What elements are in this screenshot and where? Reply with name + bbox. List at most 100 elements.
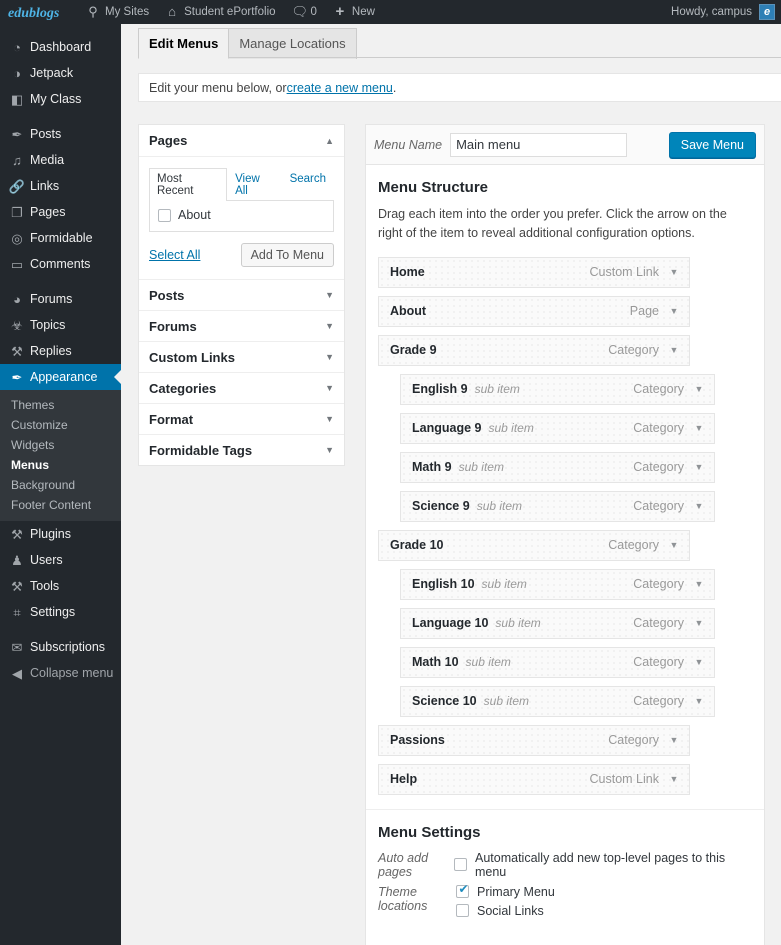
sidebar-item-subscriptions[interactable]: ✉ Subscriptions <box>0 634 121 660</box>
select-all-link[interactable]: Select All <box>149 248 200 262</box>
sidebar-item-posts[interactable]: ✒ Posts <box>0 121 121 147</box>
pages-subtab-view-all[interactable]: View All <box>227 168 282 201</box>
menu-item[interactable]: English 10 sub item Category ▼ <box>400 568 715 600</box>
sidebar-item-links[interactable]: 🔗 Links <box>0 173 121 199</box>
chevron-down-icon[interactable]: ▼ <box>325 383 334 393</box>
accordion-header-custom-links[interactable]: Custom Links ▼ <box>139 341 344 372</box>
chevron-down-icon[interactable]: ▼ <box>659 345 689 355</box>
menu-name-input[interactable] <box>450 132 628 157</box>
chevron-down-icon[interactable]: ▼ <box>684 696 714 706</box>
chevron-down-icon[interactable]: ▼ <box>325 445 334 455</box>
chevron-down-icon[interactable]: ▼ <box>684 462 714 472</box>
menu-structure-section: Menu Structure Drag each item into the o… <box>366 165 764 809</box>
sidebar-item-pages[interactable]: ❐ Pages <box>0 199 121 225</box>
sidebar-subitem-themes[interactable]: Themes <box>0 395 121 415</box>
checkbox-page-about[interactable] <box>158 208 171 222</box>
sidebar-item-jetpack[interactable]: ◑ Jetpack <box>0 60 121 86</box>
checkbox-auto-add-pages[interactable] <box>453 858 467 872</box>
sidebar-item-comments[interactable]: ▭ Comments <box>0 251 121 277</box>
menu-item[interactable]: Grade 9 Category ▼ <box>378 334 690 366</box>
sidebar-item-settings[interactable]: ⌗ Settings <box>0 599 121 625</box>
menu-structure-title: Menu Structure <box>378 179 489 196</box>
menu-item[interactable]: English 9 sub item Category ▼ <box>400 373 715 405</box>
chevron-down-icon[interactable]: ▼ <box>684 501 714 511</box>
create-new-menu-link[interactable]: create a new menu <box>287 81 393 95</box>
accordion-header-forums[interactable]: Forums ▼ <box>139 310 344 341</box>
menu-item[interactable]: Math 9 sub item Category ▼ <box>400 451 715 483</box>
sidebar-item-topics[interactable]: ☣ Topics <box>0 312 121 338</box>
admin-bar-item-my-sites[interactable]: ⚲ My Sites <box>78 0 157 24</box>
menu-item[interactable]: Math 10 sub item Category ▼ <box>400 646 715 678</box>
sidebar-item-replies[interactable]: ⚒ Replies <box>0 338 121 364</box>
admin-bar-item-site-name[interactable]: ⌂ Student ePortfolio <box>157 0 283 24</box>
tab-edit-menus[interactable]: Edit Menus <box>138 28 230 59</box>
sidebar-item-collapse-menu[interactable]: ◀ Collapse menu <box>0 660 121 686</box>
sidebar-subitem-background[interactable]: Background <box>0 475 121 495</box>
menu-item[interactable]: About Page ▼ <box>378 295 690 327</box>
book-icon: ◧ <box>10 91 24 107</box>
checkbox-primary-menu[interactable] <box>456 883 470 899</box>
pages-subtab-search[interactable]: Search <box>282 168 334 201</box>
menu-item[interactable]: Science 10 sub item Category ▼ <box>400 685 715 717</box>
accordion-header-formidable-tags[interactable]: Formidable Tags ▼ <box>139 434 344 465</box>
sidebar-item-appearance[interactable]: ✒ Appearance <box>0 364 121 390</box>
chevron-down-icon[interactable]: ▼ <box>684 579 714 589</box>
list-item[interactable]: About <box>158 208 325 222</box>
chevron-up-icon[interactable]: ▲ <box>325 136 334 146</box>
chevron-down-icon[interactable]: ▼ <box>684 618 714 628</box>
theme-location-social-links[interactable]: Social Links <box>456 903 555 919</box>
menu-item-type: Category <box>608 538 659 553</box>
chevron-down-icon[interactable]: ▼ <box>659 735 689 745</box>
chevron-down-icon[interactable]: ▼ <box>325 321 334 331</box>
save-menu-button-top[interactable]: Save Menu <box>668 131 756 158</box>
accordion-header-format[interactable]: Format ▼ <box>139 403 344 434</box>
theme-locations-row: Theme locations Primary Menu Social Link… <box>378 883 752 919</box>
chevron-down-icon[interactable]: ▼ <box>659 267 689 277</box>
chevron-down-icon[interactable]: ▼ <box>659 774 689 784</box>
add-to-menu-button[interactable]: Add To Menu <box>240 243 334 267</box>
chevron-down-icon[interactable]: ▼ <box>325 414 334 424</box>
auto-add-pages-option[interactable]: Automatically add new top-level pages to… <box>453 850 752 880</box>
menu-item[interactable]: Grade 10 Category ▼ <box>378 529 690 561</box>
accordion-header-pages[interactable]: Pages ▲ <box>139 125 344 157</box>
sidebar-item-users[interactable]: ♟ Users <box>0 547 121 573</box>
sidebar-label-jetpack: Jetpack <box>30 66 74 80</box>
sidebar-item-tools[interactable]: ⚒ Tools <box>0 573 121 599</box>
chevron-down-icon[interactable]: ▼ <box>325 290 334 300</box>
tab-manage-locations[interactable]: Manage Locations <box>228 28 357 59</box>
menu-item[interactable]: Language 10 sub item Category ▼ <box>400 607 715 639</box>
theme-location-primary-menu[interactable]: Primary Menu <box>456 883 555 900</box>
menu-item[interactable]: Help Custom Link ▼ <box>378 763 690 795</box>
sidebar-item-dashboard[interactable]: ◔ Dashboard <box>0 34 121 60</box>
menu-structure-hint: Drag each item into the order you prefer… <box>378 207 727 241</box>
accordion-header-posts[interactable]: Posts ▼ <box>139 279 344 310</box>
accordion-header-categories[interactable]: Categories ▼ <box>139 372 344 403</box>
checkbox-social-links[interactable] <box>456 904 469 918</box>
menu-item[interactable]: Science 9 sub item Category ▼ <box>400 490 715 522</box>
pages-subtab-most-recent[interactable]: Most Recent <box>149 168 228 201</box>
admin-bar-item-comments[interactable]: 🗨 0 <box>284 0 325 24</box>
sidebar-subitem-customize[interactable]: Customize <box>0 415 121 435</box>
sidebar-subitem-footer-content[interactable]: Footer Content <box>0 495 121 515</box>
chevron-down-icon[interactable]: ▼ <box>659 306 689 316</box>
chevron-down-icon[interactable]: ▼ <box>684 657 714 667</box>
menu-item[interactable]: Passions Category ▼ <box>378 724 690 756</box>
page-icon: ❐ <box>11 204 23 220</box>
chevron-down-icon[interactable]: ▼ <box>659 540 689 550</box>
sidebar-item-forums[interactable]: ◕ Forums <box>0 286 121 312</box>
chevron-down-icon[interactable]: ▼ <box>325 352 334 362</box>
sidebar-item-media[interactable]: ♫ Media <box>0 147 121 173</box>
sidebar-item-formidable[interactable]: ◎ Formidable <box>0 225 121 251</box>
edublogs-logo[interactable]: edublogs <box>0 0 78 24</box>
sidebar-item-plugins[interactable]: ⚒ Plugins <box>0 521 121 547</box>
admin-bar-item-new[interactable]: + New <box>325 0 383 24</box>
sidebar-subitem-menus[interactable]: Menus <box>0 455 121 475</box>
chevron-down-icon[interactable]: ▼ <box>684 423 714 433</box>
sidebar-subitem-widgets[interactable]: Widgets <box>0 435 121 455</box>
sidebar-item-my-class[interactable]: ◧ My Class <box>0 86 121 112</box>
comment-icon: ▭ <box>10 256 24 272</box>
admin-bar-account[interactable]: Howdy, campus e <box>671 4 781 20</box>
menu-item[interactable]: Language 9 sub item Category ▼ <box>400 412 715 444</box>
menu-item[interactable]: Home Custom Link ▼ <box>378 256 690 288</box>
chevron-down-icon[interactable]: ▼ <box>684 384 714 394</box>
